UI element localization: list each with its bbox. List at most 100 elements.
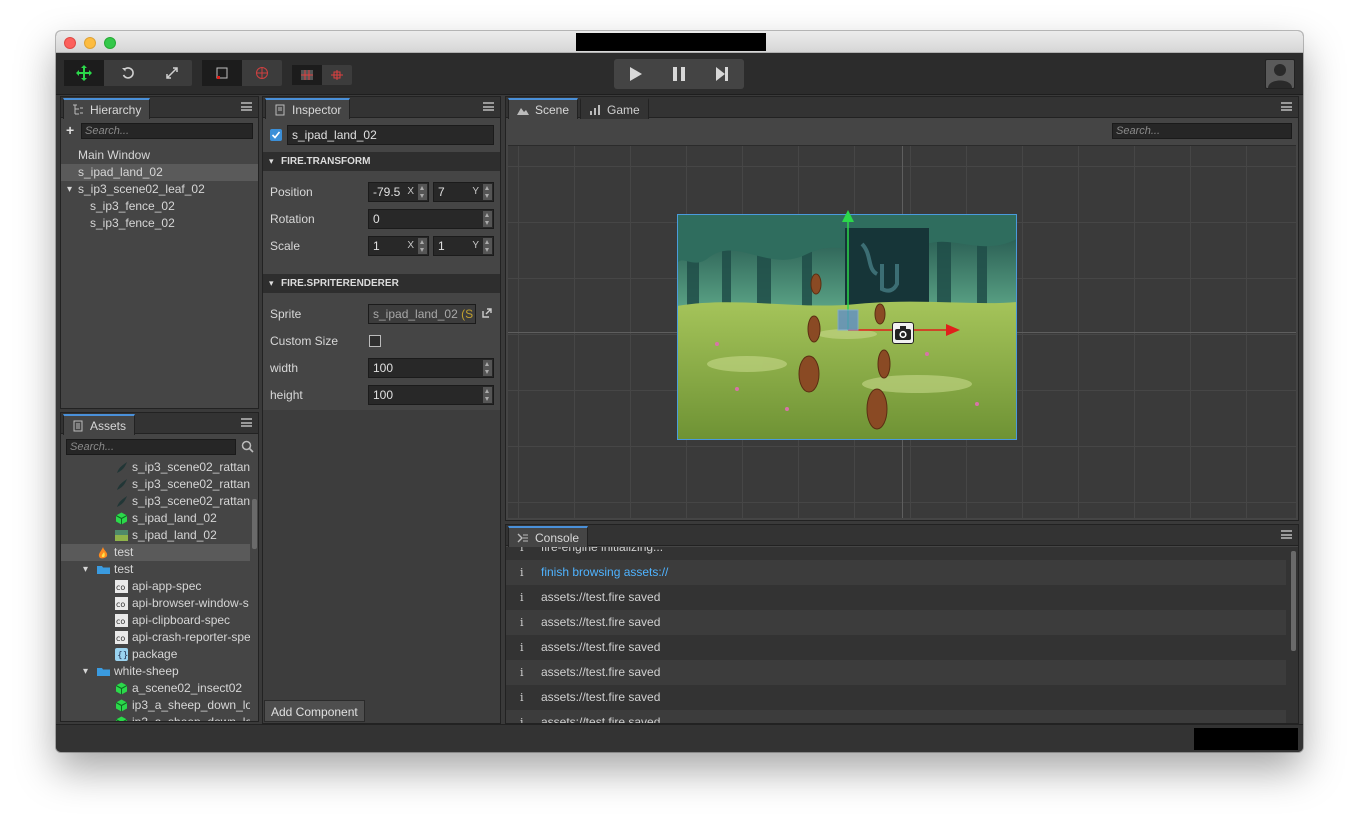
scale-tool-button[interactable] (152, 60, 192, 86)
tab-inspector[interactable]: Inspector (265, 98, 351, 119)
height-field[interactable]: 100 (368, 385, 494, 405)
asset-item[interactable]: {} package (61, 646, 250, 663)
asset-item-label: white-sheep (114, 664, 179, 678)
asset-item[interactable]: co api-app-spec (61, 578, 250, 595)
asset-item[interactable]: s_ip3_scene02_rattan (61, 493, 250, 510)
pivot-local-button[interactable] (202, 60, 242, 86)
position-x-field[interactable]: -79.5 X (368, 182, 429, 202)
scale-y-field[interactable]: 1 Y (433, 236, 494, 256)
scale-y-spinner[interactable] (483, 238, 492, 254)
scale-x-field[interactable]: 1 X (368, 236, 429, 256)
hierarchy-search-input[interactable] (81, 123, 253, 139)
asset-item[interactable]: s_ip3_scene02_rattan (61, 459, 250, 476)
rotate-tool-button[interactable] (108, 60, 148, 86)
assets-menu-icon[interactable] (241, 418, 252, 427)
position-y-spinner[interactable] (483, 184, 492, 200)
expand-arrow-icon[interactable]: ▾ (83, 561, 88, 578)
console-row[interactable]: i assets://test.fire saved (506, 710, 1286, 723)
expand-arrow-icon[interactable]: ▾ (67, 181, 72, 198)
hierarchy-item-label: s_ipad_land_02 (78, 165, 163, 179)
crosshair-snap-button[interactable] (322, 65, 352, 85)
hierarchy-item[interactable]: s_ip3_fence_02 (61, 198, 258, 215)
move-gizmo[interactable] (836, 208, 966, 338)
asset-item[interactable]: co api-crash-reporter-spe (61, 629, 250, 646)
assets-icon (73, 420, 83, 432)
console-menu-icon[interactable] (1281, 530, 1292, 539)
console-row[interactable]: i assets://test.fire saved (506, 685, 1286, 710)
asset-item[interactable]: ip3_a_sheep_down_lo (61, 714, 250, 721)
asset-item[interactable]: a_scene02_insect02 (61, 680, 250, 697)
custom-size-checkbox[interactable] (369, 335, 381, 347)
position-x-spinner[interactable] (418, 184, 427, 200)
add-entity-icon[interactable]: + (66, 123, 74, 137)
asset-item[interactable]: co api-clipboard-spec (61, 612, 250, 629)
asset-folder[interactable]: ▾ white-sheep (61, 663, 250, 680)
close-window-button[interactable] (64, 37, 76, 49)
add-component-button[interactable]: Add Component (264, 700, 365, 722)
tab-hierarchy[interactable]: Hierarchy (63, 98, 151, 119)
hierarchy-panel: Hierarchy + Main Window s_ipad_land_02 ▾ s_… (60, 96, 259, 409)
console-row[interactable]: i assets://test.fire saved (506, 585, 1286, 610)
step-button[interactable] (700, 59, 743, 89)
asset-item[interactable]: s_ipad_land_02 (61, 527, 250, 544)
tab-assets[interactable]: Assets (63, 414, 136, 435)
position-y-field[interactable]: 7 Y (433, 182, 494, 202)
tab-scene[interactable]: Scene (508, 98, 579, 119)
rotation-field[interactable]: 0 (368, 209, 494, 229)
pivot-global-button[interactable] (242, 60, 282, 86)
info-icon: i (520, 591, 524, 604)
rotation-spinner[interactable] (483, 211, 492, 227)
asset-item[interactable]: test (61, 544, 250, 561)
entity-name-field[interactable]: s_ipad_land_02 (287, 125, 494, 145)
user-avatar[interactable] (1265, 59, 1295, 89)
inspector-menu-icon[interactable] (483, 102, 494, 111)
asset-folder[interactable]: ▾ test (61, 561, 250, 578)
tab-game[interactable]: Game (580, 98, 649, 119)
scene-viewport[interactable] (508, 145, 1296, 518)
sprite-field[interactable]: s_ipad_land_02 (S (368, 304, 476, 324)
sprite-renderer-section-header[interactable]: FIRE.SPRITERENDERER (263, 274, 500, 293)
height-spinner[interactable] (483, 387, 492, 403)
width-field[interactable]: 100 (368, 358, 494, 378)
console-scrollbar[interactable] (1291, 551, 1296, 651)
console-row[interactable]: i assets://test.fire saved (506, 635, 1286, 660)
tab-console[interactable]: Console (508, 526, 589, 547)
hierarchy-menu-icon[interactable] (241, 102, 252, 111)
maximize-window-button[interactable] (104, 37, 116, 49)
hierarchy-item[interactable]: ▾ s_ip3_scene02_leaf_02 (61, 181, 258, 198)
scene-search-input[interactable] (1112, 123, 1292, 139)
hierarchy-item[interactable]: s_ipad_land_02 (61, 164, 258, 181)
assets-scrollbar[interactable] (252, 499, 257, 549)
console-row[interactable]: i assets://test.fire saved (506, 610, 1286, 635)
info-icon: i (520, 616, 524, 629)
move-tool-button[interactable] (64, 60, 104, 86)
entity-enabled-checkbox[interactable] (270, 129, 282, 141)
grid-snap-button[interactable] (292, 65, 322, 85)
info-icon: i (520, 666, 524, 679)
hierarchy-item[interactable]: Main Window (61, 147, 258, 164)
expand-arrow-icon[interactable]: ▾ (83, 663, 88, 680)
console-row[interactable]: i assets://test.fire saved (506, 660, 1286, 685)
pause-button[interactable] (657, 59, 700, 89)
scene-menu-icon[interactable] (1281, 102, 1292, 111)
asset-item[interactable]: s_ipad_land_02 (61, 510, 250, 527)
open-asset-icon[interactable] (481, 307, 493, 319)
console-row[interactable]: i finish browsing assets:// (506, 560, 1286, 585)
console-row[interactable]: i fire-engine initializing... (506, 547, 1286, 560)
play-button[interactable] (614, 59, 657, 89)
assets-search-input[interactable] (66, 439, 236, 455)
hierarchy-item[interactable]: s_ip3_fence_02 (61, 215, 258, 232)
leaf-sprite-icon (115, 478, 128, 491)
minimize-window-button[interactable] (84, 37, 96, 49)
console-message: assets://test.fire saved (541, 615, 661, 629)
asset-item[interactable]: ip3_a_sheep_down_lo (61, 697, 250, 714)
scale-x-spinner[interactable] (418, 238, 427, 254)
asset-item[interactable]: co api-browser-window-s (61, 595, 250, 612)
editor-window: Hierarchy + Main Windows_ipad_land_02▾s_… (56, 31, 1303, 752)
camera-icon[interactable] (892, 322, 914, 344)
transform-section-header[interactable]: FIRE.TRANSFORM (263, 152, 500, 171)
width-spinner[interactable] (483, 360, 492, 376)
info-icon: i (520, 716, 524, 723)
search-icon[interactable] (241, 440, 254, 453)
asset-item[interactable]: s_ip3_scene02_rattan (61, 476, 250, 493)
